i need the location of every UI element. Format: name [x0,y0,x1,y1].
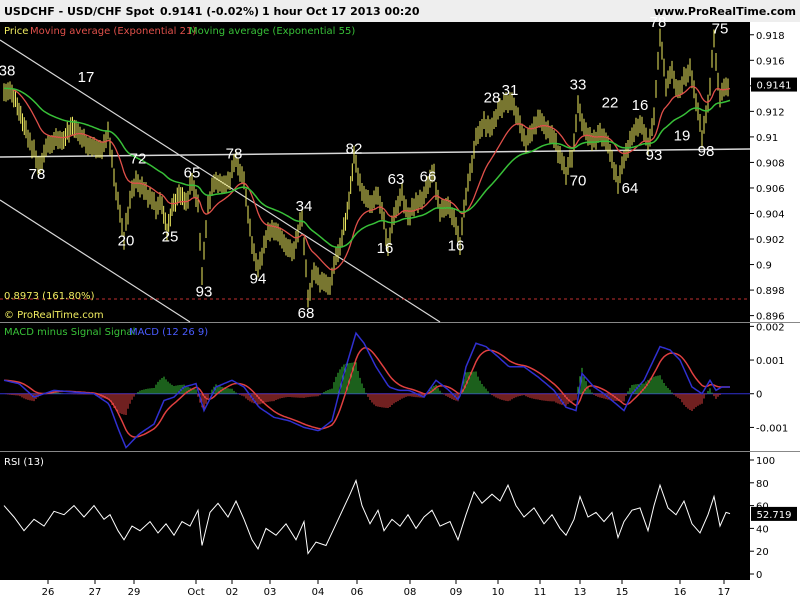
y-axis-strip [750,22,800,580]
price-annotation: 78 [650,14,667,31]
price-axis-label: 0.912 [756,107,785,118]
macd-axis-label: 0.001 [756,356,785,367]
legend-rsi: RSI (13) [4,457,44,468]
legend-macd-hist: MACD minus Signal Signal [4,327,135,338]
price-annotation: 82 [346,140,363,157]
price-axis-label: 0.91 [756,133,778,144]
x-axis-label: 09 [450,587,463,598]
site-label: www.ProRealTime.com [654,5,796,18]
x-axis-label: 16 [674,587,687,598]
x-axis-label: 27 [89,587,102,598]
x-axis-label: 10 [492,587,505,598]
x-axis-label: 06 [351,587,364,598]
price-annotation: 63 [388,171,405,188]
x-axis-label: 29 [128,587,141,598]
price-axis-label: 0.9 [756,261,772,272]
price-axis-label: 0.896 [756,312,785,323]
price-annotation: 68 [298,305,315,322]
macd-axis-label: -0.001 [756,423,788,434]
x-axis-label: 04 [312,587,325,598]
price-annotation: 93 [196,283,213,300]
last-price-label: 0.9141 [757,81,792,92]
macd-axis-label: 0.002 [756,322,785,333]
price-annotation: 16 [632,97,649,114]
price-annotation: 22 [602,95,619,112]
price-annotation: 66 [420,169,437,186]
rsi-last-value-label: 52.719 [757,510,792,521]
legend-ema55: Moving average (Exponential 55) [189,26,355,37]
price-annotation: 28 [484,89,501,106]
timeframe-label: 1 hour [262,5,303,18]
x-axis-label: 15 [616,587,629,598]
price-annotation: 64 [622,180,639,197]
price-annotation: 65 [184,165,201,182]
x-axis-label: 13 [574,587,587,598]
rsi-axis-label: 100 [756,456,775,467]
price-annotation: 17 [78,69,95,86]
rsi-axis-label: 40 [756,524,769,535]
price-annotation: 20 [118,232,135,249]
watermark: © ProRealTime.com [4,310,104,321]
legend-macd: MACD (12 26 9) [129,327,208,338]
price-annotation: 16 [377,240,394,257]
price-annotation: 98 [698,143,715,160]
price-axis-label: 0.902 [756,235,785,246]
price-axis-label: 0.904 [756,209,785,220]
price-annotation: 34 [296,198,313,215]
price-axis-label: 0.916 [756,56,785,67]
x-axis-label: 08 [404,587,417,598]
price-axis-label: 0.906 [756,184,785,195]
x-axis-label: 11 [534,587,547,598]
price-annotation: 16 [448,238,465,255]
price-axis-label: 0.918 [756,31,785,42]
price-panel [0,22,750,322]
legend-price: Price [4,26,28,37]
price-axis-label: 0.908 [756,158,785,169]
price-axis-label: 0.898 [756,286,785,297]
price-annotation: 94 [250,271,267,288]
x-axis-label: 03 [264,587,277,598]
price-annotation: 25 [162,229,179,246]
rsi-axis-label: 0 [756,570,762,581]
price-annotation: 78 [226,146,243,163]
datetime-label: Oct 17 2013 00:20 [306,5,420,18]
price-annotation: 33 [570,77,587,94]
rsi-axis-label: 80 [756,479,769,490]
price-annotation: 93 [646,147,663,164]
price-annotation: 19 [674,128,691,145]
price-annotation: 31 [502,82,519,99]
fib-label: 0.8973 (161.80%) [4,291,95,302]
price-label: 0.9141 (-0.02%) [160,5,259,18]
rsi-axis-label: 20 [756,547,769,558]
x-axis-label: 26 [42,587,55,598]
price-annotation: 72 [130,151,147,168]
usdchf-chart: USDCHF - USD/CHF Spot 0.9141 (-0.02%) 1 … [0,0,800,600]
price-annotation: 38 [0,63,15,80]
x-axis-label: 02 [226,587,239,598]
price-annotation: 70 [570,172,587,189]
x-axis-label: Oct [187,587,204,598]
symbol-label: USDCHF - USD/CHF Spot [4,5,154,18]
macd-axis-label: 0 [756,390,762,401]
price-annotation: 75 [712,20,729,37]
price-annotation: 78 [29,166,46,183]
legend-ema21: Moving average (Exponential 21) [30,26,196,37]
x-axis-label: 17 [718,587,731,598]
